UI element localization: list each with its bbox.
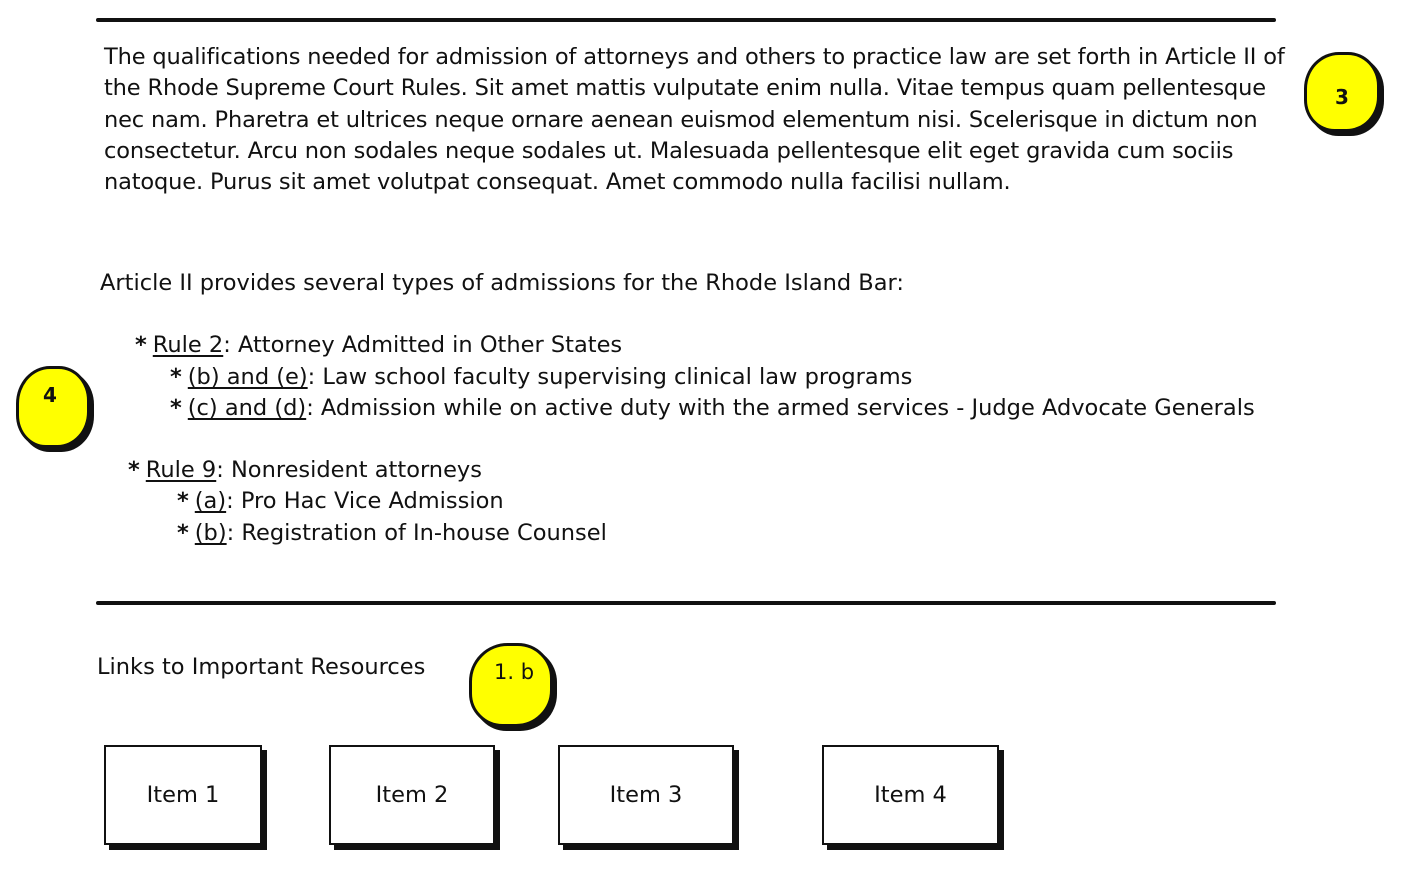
rule-9-b-link[interactable]: (b) bbox=[195, 520, 227, 546]
bullet-marker: * bbox=[170, 364, 182, 390]
rule-9-description: : Nonresident attorneys bbox=[216, 457, 482, 483]
rule-2-be-description: : Law school faculty supervising clinica… bbox=[307, 364, 913, 390]
resource-item-1-button[interactable]: Item 1 bbox=[104, 745, 262, 845]
list-item-rule-2: * Rule 2: Attorney Admitted in Other Stat… bbox=[135, 330, 622, 361]
list-item-rule-9-b: * (b): Registration of In-house Counsel bbox=[177, 518, 607, 549]
rule-2-cd-description: : Admission while on active duty with th… bbox=[306, 395, 1255, 421]
list-item-rule-2-be: * (b) and (e): Law school faculty supervi… bbox=[170, 362, 912, 393]
rule-9-a-link[interactable]: (a) bbox=[195, 488, 226, 514]
rule-9-b-description: : Registration of In-house Counsel bbox=[226, 520, 607, 546]
annotation-marker-4: 4 bbox=[16, 366, 90, 448]
annotation-marker-4-label: 4 bbox=[43, 383, 57, 407]
annotation-marker-3-label: 3 bbox=[1335, 85, 1349, 109]
resource-item-2-button[interactable]: Item 2 bbox=[329, 745, 495, 845]
bullet-marker: * bbox=[128, 457, 140, 483]
rule-9-link[interactable]: Rule 9 bbox=[146, 457, 216, 483]
list-item-rule-9: * Rule 9: Nonresident attorneys bbox=[128, 455, 482, 486]
annotation-marker-3: 3 bbox=[1304, 52, 1380, 132]
rule-2-link[interactable]: Rule 2 bbox=[153, 332, 223, 358]
resource-item-3-button[interactable]: Item 3 bbox=[558, 745, 734, 845]
rule-2-be-link[interactable]: (b) and (e) bbox=[188, 364, 308, 390]
bullet-marker: * bbox=[177, 520, 189, 546]
bullet-marker: * bbox=[177, 488, 189, 514]
list-item-rule-2-cd: * (c) and (d): Admission while on active … bbox=[170, 393, 1255, 424]
intro-paragraph: The qualifications needed for admission … bbox=[104, 44, 1285, 196]
rule-2-cd-link[interactable]: (c) and (d) bbox=[188, 395, 306, 421]
bullet-marker: * bbox=[170, 395, 182, 421]
list-item-rule-9-a: * (a): Pro Hac Vice Admission bbox=[177, 486, 504, 517]
resource-item-4-button[interactable]: Item 4 bbox=[822, 745, 999, 845]
annotation-marker-1b-label: 1. b bbox=[494, 660, 535, 684]
middle-divider bbox=[96, 601, 1276, 605]
bullet-marker: * bbox=[135, 332, 147, 358]
top-divider bbox=[96, 18, 1276, 22]
rule-9-a-description: : Pro Hac Vice Admission bbox=[226, 488, 504, 514]
admission-types-heading: Article II provides several types of adm… bbox=[100, 270, 904, 296]
rule-2-description: : Attorney Admitted in Other States bbox=[223, 332, 623, 358]
annotation-marker-1b: 1. b bbox=[469, 643, 553, 727]
links-section-title: Links to Important Resources bbox=[97, 654, 426, 680]
